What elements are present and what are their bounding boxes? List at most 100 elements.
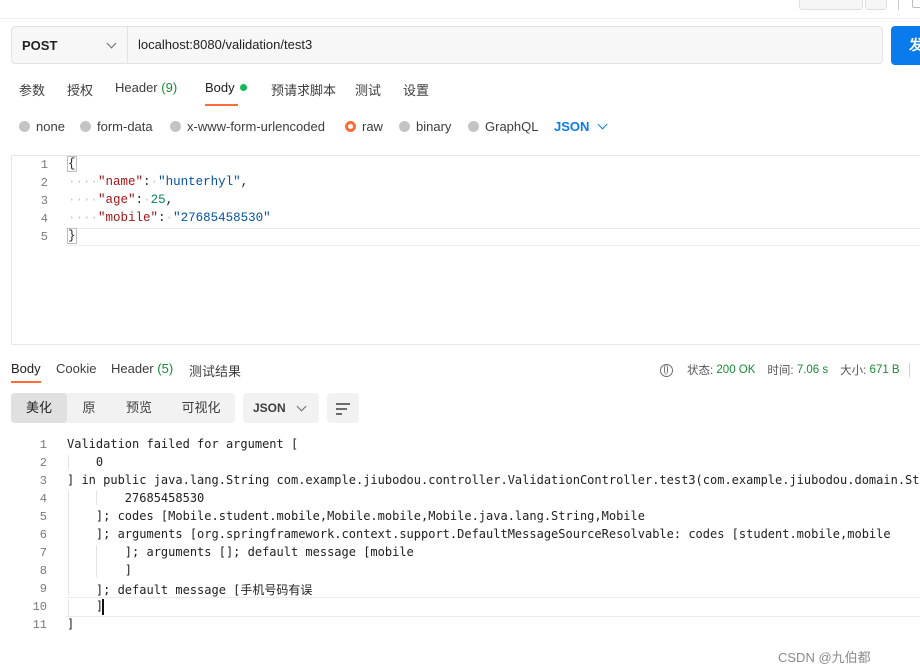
response-line: ] in public java.lang.String com.example…: [67, 473, 920, 487]
radio-none[interactable]: none: [19, 118, 65, 134]
body-modified-dot: [239, 84, 247, 91]
response-tab-headers-count: (5): [157, 361, 174, 376]
radio-form-data[interactable]: form-data: [80, 118, 153, 134]
tab-settings[interactable]: 设置: [403, 80, 429, 100]
response-tab-body[interactable]: Body: [11, 361, 41, 379]
json-value: "27685458530": [173, 211, 271, 225]
line-number: 11: [32, 618, 47, 632]
json-separator: ,: [240, 175, 249, 189]
json-value: "hunterhyl": [158, 175, 241, 189]
radio-raw[interactable]: raw: [345, 118, 383, 134]
line-number: 2: [40, 176, 48, 190]
line-number: 10: [32, 600, 47, 614]
url-input[interactable]: localhost:8080/validation/test3: [138, 27, 312, 63]
radio-label: raw: [362, 118, 383, 134]
size-value[interactable]: 671 B: [870, 364, 900, 376]
radio-graphql[interactable]: GraphQL: [468, 118, 538, 134]
response-tab-test-results[interactable]: 测试结果: [189, 361, 241, 379]
line-number: 4: [39, 492, 47, 506]
view-mode-visualize[interactable]: 可视化: [167, 393, 235, 423]
brace-close: }: [67, 228, 77, 244]
radio-dot: [170, 120, 181, 132]
response-line: ]: [67, 599, 104, 613]
globe-icon[interactable]: [660, 363, 673, 377]
method-label: POST: [22, 37, 58, 53]
brace-open: {: [67, 156, 77, 172]
tab-params[interactable]: 参数: [19, 80, 45, 100]
line-number: 3: [39, 474, 47, 488]
code-line: ····"name":·"hunterhyl",: [68, 175, 249, 189]
view-mode-toggle: 美化 原 预览 可视化: [11, 393, 235, 423]
radio-label: x-www-form-urlencoded: [187, 118, 325, 134]
chevron-down-icon: [296, 401, 307, 411]
response-line: ]: [67, 563, 133, 577]
view-mode-preview[interactable]: 预览: [111, 393, 167, 423]
response-line: 0: [67, 455, 104, 469]
response-format-select[interactable]: JSON: [243, 393, 319, 423]
line-number: 1: [40, 158, 48, 172]
watermark: CSDN @九伯都: [778, 650, 871, 665]
json-value: 25: [150, 193, 166, 207]
line-number: 3: [40, 194, 48, 208]
line-number: 2: [39, 456, 47, 470]
radio-label: GraphQL: [485, 118, 539, 134]
tab-body[interactable]: Body: [205, 80, 247, 100]
line-number: 8: [39, 564, 47, 578]
response-line: 27685458530: [67, 491, 205, 505]
tab-auth[interactable]: 授权: [67, 80, 93, 100]
top-toolbar-menu-button[interactable]: [865, 0, 887, 10]
view-mode-pretty[interactable]: 美化: [11, 393, 67, 423]
response-tab-underline: [11, 381, 41, 383]
response-tab-headers-label: Header: [111, 361, 154, 376]
response-line: ]: [67, 617, 75, 631]
status-divider: [908, 363, 910, 377]
top-divider: [898, 0, 899, 10]
status-value[interactable]: 200 OK: [716, 364, 755, 376]
method-select[interactable]: POST: [12, 27, 128, 63]
sidebar-toggle-icon[interactable]: [912, 0, 920, 8]
view-mode-raw[interactable]: 原: [67, 393, 111, 423]
response-line: ]; codes [Mobile.student.mobile,Mobile.m…: [67, 509, 645, 523]
tab-pre-request-script[interactable]: 预请求脚本: [271, 80, 336, 100]
tab-body-underline: [205, 104, 238, 106]
json-key: "age": [98, 193, 136, 207]
line-number: 1: [39, 438, 47, 452]
raw-format-select[interactable]: JSON: [554, 118, 608, 134]
radio-label: binary: [416, 118, 452, 134]
active-line-highlight: [66, 228, 920, 246]
response-tab-cookie[interactable]: Cookie: [56, 361, 96, 379]
tab-tests[interactable]: 测试: [355, 80, 381, 100]
line-number: 5: [40, 230, 48, 244]
wrap-lines-icon-line: [336, 408, 347, 410]
tab-body-label: Body: [205, 80, 235, 95]
radio-dot: [468, 120, 479, 132]
status-label: 状态:: [687, 365, 714, 377]
time-value[interactable]: 7.06 s: [797, 364, 828, 376]
top-strip: [0, 0, 920, 19]
line-number: 7: [39, 546, 47, 560]
wrap-lines-icon-line: [336, 413, 342, 415]
response-line: ]; default message [手机号码有误: [67, 583, 313, 597]
top-toolbar-button[interactable]: [799, 0, 863, 10]
wrap-lines-icon: [336, 403, 350, 405]
response-tab-headers[interactable]: Header (5): [111, 361, 173, 379]
tab-headers-count: (9): [161, 80, 178, 95]
text-cursor: [102, 599, 104, 615]
json-separator: ,: [165, 193, 174, 207]
radio-dot: [80, 120, 91, 132]
chevron-down-icon: [597, 119, 608, 129]
active-line-highlight: [66, 597, 920, 617]
line-number: 5: [39, 510, 47, 524]
radio-x-www-form-urlencoded[interactable]: x-www-form-urlencoded: [170, 118, 325, 134]
code-line: {: [67, 156, 77, 172]
wrap-lines-button[interactable]: [327, 393, 359, 423]
response-status-bar: 状态: 200 OK 时间: 7.06 s 大小: 671 B: [660, 362, 910, 378]
radio-label: none: [36, 118, 65, 134]
code-line: }: [67, 228, 77, 244]
line-number: 4: [40, 212, 48, 226]
send-button[interactable]: 发: [891, 26, 920, 65]
radio-binary[interactable]: binary: [399, 118, 451, 134]
size-label: 大小:: [840, 365, 867, 377]
request-bar: POST localhost:8080/validation/test3: [11, 26, 883, 64]
tab-headers[interactable]: Header (9): [115, 80, 177, 100]
